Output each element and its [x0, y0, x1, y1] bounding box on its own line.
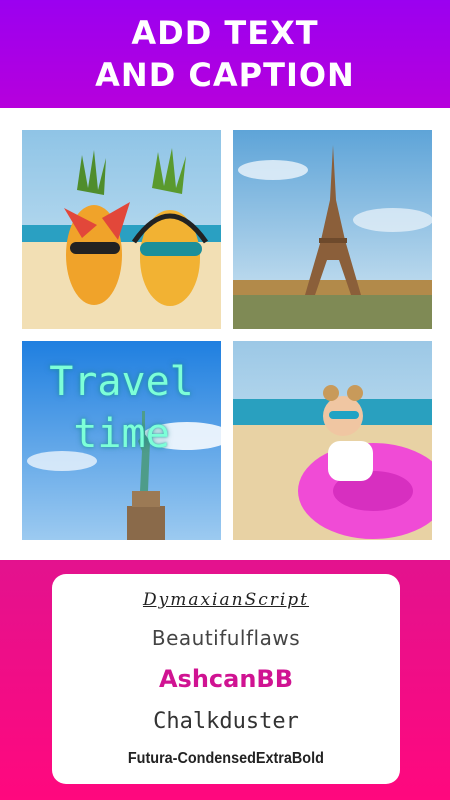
- overlay-caption-line-2[interactable]: time: [22, 411, 221, 457]
- collage-tile-float[interactable]: [233, 341, 432, 540]
- collage-tile-liberty[interactable]: Travel time: [22, 341, 221, 540]
- collage-tile-pineapples[interactable]: [22, 130, 221, 329]
- banner-title-line-1: ADD TEXT: [131, 14, 319, 52]
- font-option-ashcanbb-selected[interactable]: AshcanBB: [159, 665, 293, 693]
- font-option-dymaxianscript[interactable]: DymaxianScript: [143, 590, 309, 610]
- eiffel-tower-photo: [233, 130, 432, 329]
- pineapples-beach-photo: [22, 130, 221, 329]
- overlay-caption-line-1[interactable]: Travel: [22, 359, 221, 405]
- photo-collage: Travel time: [0, 108, 450, 560]
- banner-title-line-2: AND CAPTION: [95, 56, 355, 94]
- font-picker-card: DymaxianScript Beautifulflaws AshcanBB C…: [52, 574, 400, 784]
- collage-tile-eiffel[interactable]: [233, 130, 432, 329]
- woman-pink-float-photo: [233, 341, 432, 540]
- font-option-beautifulflaws[interactable]: Beautifulflaws: [152, 626, 300, 650]
- font-option-futura-condensed-extrabold[interactable]: Futura-CondensedExtraBold: [128, 750, 324, 768]
- font-option-chalkduster[interactable]: Chalkduster: [153, 709, 299, 734]
- header-banner: ADD TEXT AND CAPTION: [0, 0, 450, 108]
